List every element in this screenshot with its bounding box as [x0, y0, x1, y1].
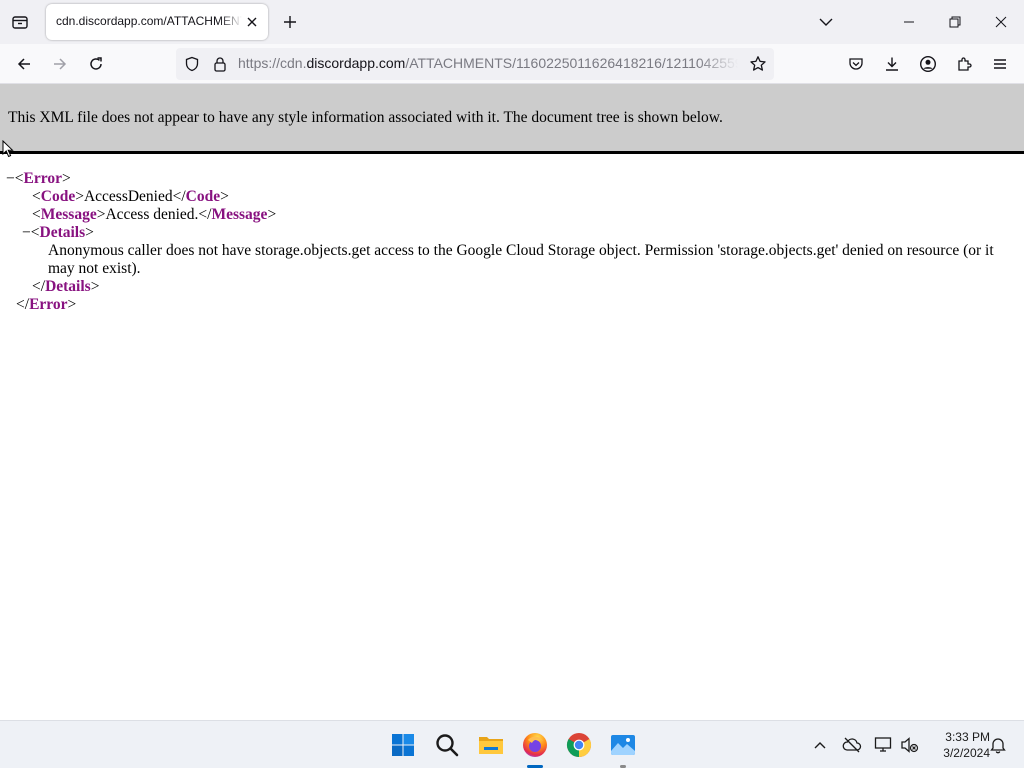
close-icon[interactable] [242, 12, 262, 32]
xml-details-open: −<Details> [22, 224, 94, 241]
back-icon[interactable] [10, 50, 38, 78]
xml-message-line: <Message>Access denied.</Message> [32, 206, 277, 223]
windows-start-icon[interactable] [387, 729, 419, 761]
download-icon[interactable] [878, 50, 906, 78]
xml-error-open: −<Error> [6, 170, 71, 187]
tab-title: cdn.discordapp.com/ATTACHMENTS/116022501… [56, 14, 242, 28]
xml-code-line: <Code>AccessDenied</Code> [32, 188, 229, 205]
firefox-icon[interactable] [519, 729, 551, 761]
clock-time: 3:33 PM [945, 730, 990, 744]
file-explorer-icon[interactable] [475, 729, 507, 761]
xml-info-banner: This XML file does not appear to have an… [0, 84, 1024, 154]
url-text[interactable]: https://cdn.discordapp.com/ATTACHMENTS/1… [238, 55, 738, 73]
active-tab[interactable]: cdn.discordapp.com/ATTACHMENTS/116022501… [46, 4, 268, 40]
address-bar[interactable]: https://cdn.discordapp.com/ATTACHMENTS/1… [176, 48, 774, 80]
bell-icon[interactable] [986, 733, 1010, 757]
page-content: This XML file does not appear to have an… [0, 84, 1024, 720]
volume-muted-icon[interactable] [898, 733, 922, 757]
xml-details-close: </Details> [32, 278, 100, 295]
menu-icon[interactable] [986, 50, 1014, 78]
cloud-offline-icon[interactable] [840, 733, 864, 757]
xml-code-value: AccessDenied [83, 188, 173, 205]
tab-list-icon[interactable] [6, 8, 34, 36]
restore-icon[interactable] [932, 0, 978, 44]
plus-icon[interactable] [278, 9, 302, 35]
photos-icon[interactable] [607, 729, 639, 761]
chevron-up-icon[interactable] [808, 733, 832, 757]
forward-icon[interactable] [46, 50, 74, 78]
search-icon[interactable] [431, 729, 463, 761]
chrome-icon[interactable] [563, 729, 595, 761]
network-icon[interactable] [872, 733, 896, 757]
close-window-icon[interactable] [978, 0, 1024, 44]
chevron-down-icon[interactable] [812, 8, 840, 36]
collapse-toggle[interactable]: − [6, 170, 15, 187]
mouse-cursor-icon [2, 139, 14, 162]
reload-icon[interactable] [82, 50, 110, 78]
minimize-icon[interactable] [886, 0, 932, 44]
system-clock[interactable]: 3:33 PM 3/2/2024 [924, 729, 990, 761]
xml-details-value: Anonymous caller does not have storage.o… [48, 242, 994, 277]
account-icon[interactable] [914, 50, 942, 78]
star-icon[interactable] [748, 54, 768, 74]
lock-icon[interactable] [210, 54, 230, 74]
xml-message-value: Access denied. [105, 206, 199, 223]
xml-info-text: This XML file does not appear to have an… [8, 109, 723, 126]
pocket-icon[interactable] [842, 50, 870, 78]
extensions-icon[interactable] [950, 50, 978, 78]
tab-strip: cdn.discordapp.com/ATTACHMENTS/116022501… [0, 0, 1024, 44]
clock-date: 3/2/2024 [943, 746, 990, 760]
collapse-toggle[interactable]: − [22, 224, 31, 241]
taskbar: 3:33 PM 3/2/2024 [0, 720, 1024, 768]
navigation-toolbar: https://cdn.discordapp.com/ATTACHMENTS/1… [0, 44, 1024, 84]
xml-error-close: </Error> [16, 296, 77, 313]
shield-icon[interactable] [182, 54, 202, 74]
